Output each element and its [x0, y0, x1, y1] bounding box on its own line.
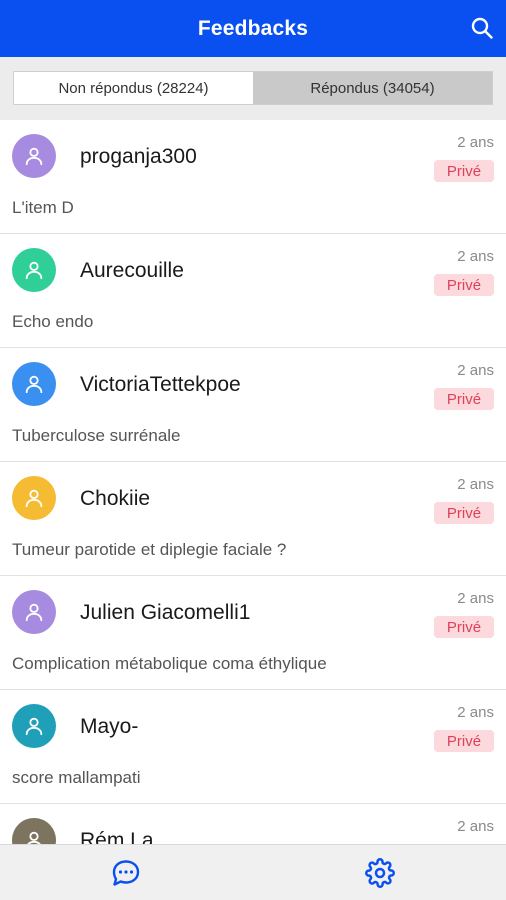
user-icon — [25, 489, 43, 508]
feedback-item[interactable]: VictoriaTettekpoe 2 ans Privé Tuberculose s… — [0, 348, 506, 462]
timestamp: 2 ans — [457, 362, 494, 379]
feedback-subject: score mallampati — [12, 768, 141, 787]
bottom-nav — [0, 844, 506, 900]
feedback-item[interactable]: Julien Giacomelli1 2 ans Privé Complication… — [0, 576, 506, 690]
avatar — [12, 248, 56, 292]
username: Aurecouille — [80, 259, 184, 282]
feedback-item[interactable]: proganja300 2 ans Privé L'item D — [0, 120, 506, 234]
timestamp: 2 ans — [457, 704, 494, 721]
avatar — [12, 134, 56, 178]
username: VictoriaTettekpoe — [80, 373, 241, 396]
timestamp: 2 ans — [457, 248, 494, 265]
timestamp: 2 ans — [457, 590, 494, 607]
tab-non-repondus[interactable]: Non répondus (28224) — [14, 72, 253, 104]
feedback-subject: Echo endo — [12, 312, 94, 331]
privacy-badge: Privé — [434, 502, 494, 524]
tab-group: Non répondus (28224) Répondus (34054) — [13, 71, 493, 105]
app-bar: Feedbacks — [0, 0, 506, 57]
avatar — [12, 818, 56, 844]
username: Julien Giacomelli1 — [80, 601, 251, 624]
feedback-list: proganja300 2 ans Privé L'item D Aurecouille… — [0, 120, 506, 844]
user-icon — [25, 375, 43, 394]
privacy-badge: Privé — [434, 274, 494, 296]
chat-icon[interactable] — [110, 858, 142, 888]
search-icon[interactable] — [468, 14, 496, 42]
privacy-badge: Privé — [434, 388, 494, 410]
settings-icon[interactable] — [364, 858, 396, 888]
user-icon — [27, 831, 41, 844]
user-icon — [25, 261, 43, 280]
privacy-badge: Privé — [434, 160, 494, 182]
username: Chokiie — [80, 487, 151, 510]
avatar — [12, 590, 56, 634]
feedback-item[interactable]: Chokiie 2 ans Privé Tumeur parotide et dipl… — [0, 462, 506, 576]
user-icon — [25, 717, 43, 736]
avatar — [12, 476, 56, 520]
feedback-subject: L'item D — [12, 198, 74, 217]
timestamp: 2 ans — [457, 476, 494, 493]
user-icon — [25, 603, 43, 622]
username: Mayo- — [80, 715, 139, 738]
feedback-item[interactable]: Aurecouille 2 ans Privé Echo endo — [0, 234, 506, 348]
username: Rém La — [80, 829, 154, 844]
feedback-item[interactable]: Mayo- 2 ans Privé score mallampati — [0, 690, 506, 804]
user-icon — [25, 147, 43, 166]
feedback-subject: Complication métabolique coma éthylique — [12, 654, 327, 673]
tab-repondus[interactable]: Répondus (34054) — [253, 72, 492, 104]
timestamp: 2 ans — [457, 818, 494, 835]
avatar — [12, 362, 56, 406]
privacy-badge: Privé — [434, 616, 494, 638]
page-title: Feedbacks — [197, 16, 309, 40]
tabs-bar: Non répondus (28224) Répondus (34054) — [0, 57, 506, 120]
feedback-subject: Tuberculose surrénale — [12, 426, 181, 445]
avatar — [12, 704, 56, 748]
feedback-subject: Tumeur parotide et diplegie faciale ? — [12, 540, 287, 559]
timestamp: 2 ans — [457, 134, 494, 151]
privacy-badge: Privé — [434, 730, 494, 752]
feedback-item[interactable]: Rém La2 ansPrivé — [0, 804, 506, 844]
username: proganja300 — [80, 145, 197, 168]
